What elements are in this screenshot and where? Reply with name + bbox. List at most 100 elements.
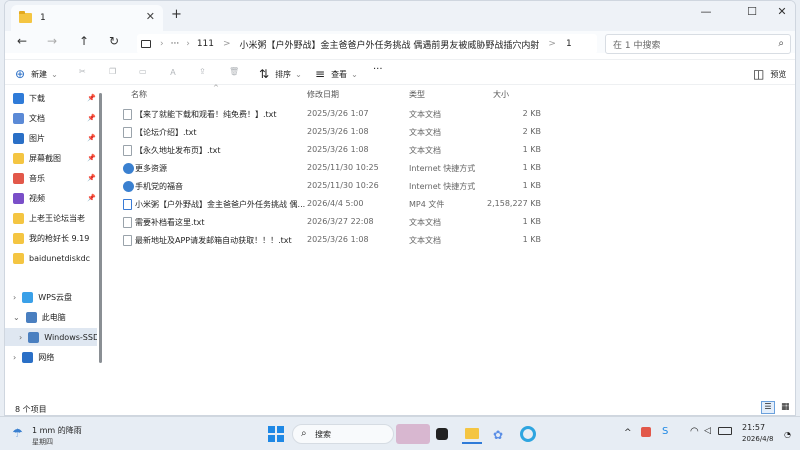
sidebar-item[interactable]: 视频 📌 xyxy=(5,189,97,207)
sidebar-item[interactable]: 我的枪好长 9.19 xyxy=(5,229,97,247)
file-name: 【来了就能下载和观看！纯免费！】.txt xyxy=(135,110,277,119)
breadcrumb-item[interactable]: 1 xyxy=(566,39,572,49)
new-button[interactable]: ⊕ 新建 ⌄ xyxy=(15,67,58,81)
column-header-date[interactable]: 修改日期 xyxy=(307,89,339,100)
sidebar-scrollbar[interactable] xyxy=(99,93,102,363)
minimize-button[interactable]: — xyxy=(691,5,721,18)
sidebar-item[interactable]: 下载 📌 xyxy=(5,89,97,107)
file-row[interactable]: 【永久地址发布页】.txt 2025/3/26 1:08 文本文档 1 KB xyxy=(111,141,547,159)
plus-icon: ⊕ xyxy=(15,67,26,81)
chevron-right-icon[interactable]: › xyxy=(19,333,22,342)
pin-icon[interactable]: 📌 xyxy=(87,114,96,122)
weather-day: 星期四 xyxy=(32,438,53,446)
file-row[interactable]: 小米粥【户外野战】金主爸爸户外任务挑战 偶... 2026/4/4 5:00 MP4… xyxy=(111,195,547,213)
view-button[interactable]: ≡ 查看 ⌄ xyxy=(315,67,358,81)
chevron-down-icon[interactable]: ⌄ xyxy=(13,313,20,322)
app-icon[interactable]: ✿ xyxy=(490,424,510,444)
forward-arrow-icon[interactable]: → xyxy=(47,34,57,48)
text-file-icon xyxy=(123,127,132,138)
tab-close-button[interactable]: ✕ xyxy=(146,10,155,23)
sidebar-tree-item[interactable]: › 网络 xyxy=(5,348,97,366)
sidebar-item[interactable]: baidunetdiskdc xyxy=(5,249,97,267)
preview-button[interactable]: ◫ 预览 xyxy=(753,67,786,81)
file-row[interactable]: 更多资源 2025/11/30 10:25 Internet 快捷方式 1 KB xyxy=(111,159,547,177)
sidebar-item-label: 屏幕截图 xyxy=(29,153,61,163)
delete-icon[interactable]: 🗑 xyxy=(229,67,239,76)
weather-icon[interactable]: ☂ xyxy=(12,426,23,440)
search-placeholder: 在 1 中搜索 xyxy=(613,40,661,51)
details-view-icon[interactable]: ☰ xyxy=(761,401,775,414)
start-icon[interactable] xyxy=(266,424,286,444)
wifi-icon[interactable]: ◠ xyxy=(690,426,699,437)
chevron-right-icon: > xyxy=(223,39,231,49)
weather-text[interactable]: 1 mm 的降雨 xyxy=(32,425,82,436)
chevron-right-icon[interactable]: › xyxy=(13,293,16,302)
chevron-up-icon[interactable]: ^ xyxy=(624,428,632,438)
copy-icon[interactable]: ❐ xyxy=(109,67,116,76)
speaker-icon[interactable]: ◁ xyxy=(704,426,711,436)
file-row[interactable]: 手机党的福音 2025/11/30 10:26 Internet 快捷方式 1 KB xyxy=(111,177,547,195)
up-arrow-icon[interactable]: ↑ xyxy=(79,34,89,48)
command-bar: ⊕ 新建 ⌄ ✂ ❐ ▭ Ａ ⇪ 🗑 ⇅ 排序 ⌄ ≡ 查看 ⌄ ··· ◫ 预览 xyxy=(5,59,795,85)
sidebar-tree-item[interactable]: ⌄ 此电脑 xyxy=(5,308,97,326)
more-options-button[interactable]: ··· xyxy=(373,64,383,75)
pin-icon[interactable]: 📌 xyxy=(87,194,96,202)
file-date: 2026/3/27 22:08 xyxy=(307,217,374,226)
file-row[interactable]: 【论坛介绍】.txt 2025/3/26 1:08 文本文档 2 KB xyxy=(111,123,547,141)
file-row[interactable]: 最新地址及APP请发邮箱自动获取！！！.txt 2025/3/26 1:08 文本文… xyxy=(111,231,547,249)
file-row[interactable]: 需要补档看这里.txt 2026/3/27 22:08 文本文档 1 KB xyxy=(111,213,547,231)
new-tab-button[interactable]: + xyxy=(171,7,182,22)
computer-icon xyxy=(141,40,151,48)
breadcrumb-item[interactable]: 111 xyxy=(197,39,214,49)
task-view-icon[interactable] xyxy=(436,428,448,440)
column-header-type[interactable]: 类型 xyxy=(409,89,425,100)
maximize-button[interactable]: ☐ xyxy=(737,5,767,18)
refresh-icon[interactable]: ↻ xyxy=(109,34,119,48)
sidebar-item[interactable]: 上老王论坛当老 xyxy=(5,209,97,227)
close-window-button[interactable]: ✕ xyxy=(767,5,795,18)
battery-icon[interactable] xyxy=(718,427,732,435)
breadcrumb[interactable]: › ··· › 111 > 小米粥【户外野战】金主爸爸户外任务挑战 偶遇前男友被… xyxy=(137,34,597,54)
search-input[interactable]: 在 1 中搜索 ⌕ xyxy=(605,34,791,54)
file-type: Internet 快捷方式 xyxy=(409,182,476,191)
sidebar-item[interactable]: 文档 📌 xyxy=(5,109,97,127)
clock-date[interactable]: 2026/4/8 xyxy=(742,435,773,443)
sidebar-tree-item[interactable]: › Windows-SSD xyxy=(5,328,97,346)
sort-button[interactable]: ⇅ 排序 ⌄ xyxy=(259,67,302,81)
breadcrumb-item[interactable]: 小米粥【户外野战】金主爸爸户外任务挑战 偶遇前男友被威胁野战插穴内射 xyxy=(240,38,540,51)
share-icon[interactable]: ⇪ xyxy=(199,67,206,76)
notification-icon[interactable]: ◔ xyxy=(784,430,791,439)
search-highlight-icon[interactable] xyxy=(396,424,430,444)
file-name: 【论坛介绍】.txt xyxy=(135,128,197,137)
pin-icon[interactable]: 📌 xyxy=(87,134,96,142)
tray-app-icon[interactable] xyxy=(641,427,651,437)
chevron-right-icon[interactable]: › xyxy=(13,353,16,362)
chevron-down-icon: ⌄ xyxy=(295,69,302,79)
tiles-view-icon[interactable]: ▦ xyxy=(781,402,790,412)
taskbar-search[interactable]: ⌕ 搜索 xyxy=(292,424,394,444)
sidebar-item[interactable]: 音乐 📌 xyxy=(5,169,97,187)
tab-current[interactable]: 1 ✕ xyxy=(11,5,163,31)
file-size: 1 KB xyxy=(522,181,541,190)
sidebar-item[interactable]: 屏幕截图 📌 xyxy=(5,149,97,167)
back-arrow-icon[interactable]: ← xyxy=(17,34,27,48)
column-header-name[interactable]: 名称 xyxy=(131,89,147,100)
cut-icon[interactable]: ✂ xyxy=(79,67,86,76)
breadcrumb-more[interactable]: ··· xyxy=(171,39,180,49)
tray-app-icon[interactable]: S xyxy=(662,426,668,437)
file-name: 更多资源 xyxy=(135,164,167,173)
file-explorer-icon[interactable] xyxy=(462,424,482,444)
sidebar-item[interactable]: 图片 📌 xyxy=(5,129,97,147)
file-row[interactable]: 【来了就能下载和观看！纯免费！】.txt 2025/3/26 1:07 文本文档 2 … xyxy=(111,105,547,123)
pin-icon[interactable]: 📌 xyxy=(87,174,96,182)
clock-time[interactable]: 21:57 xyxy=(742,423,765,432)
paste-icon[interactable]: ▭ xyxy=(139,67,147,76)
sidebar-tree-item[interactable]: › WPS云盘 xyxy=(5,288,97,306)
column-header-size[interactable]: 大小 xyxy=(493,89,509,100)
pin-icon[interactable]: 📌 xyxy=(87,94,96,102)
pin-icon[interactable]: 📌 xyxy=(87,154,96,162)
file-size: 1 KB xyxy=(522,145,541,154)
music-icon xyxy=(13,172,24,184)
browser-icon[interactable] xyxy=(518,424,538,444)
rename-icon[interactable]: Ａ xyxy=(169,67,177,78)
